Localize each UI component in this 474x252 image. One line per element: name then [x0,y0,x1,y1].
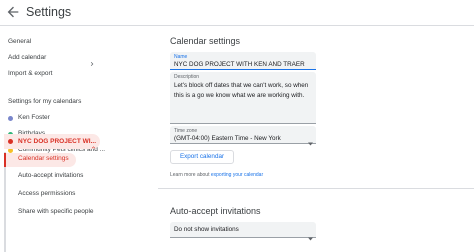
exporting-calendar-link[interactable]: exporting your calendar [211,172,263,178]
subnav-access-permissions[interactable]: Access permissions [18,190,75,197]
timezone-field-value: (GMT-04:00) Eastern Time - New York [174,135,281,142]
description-field-label: Description [174,74,200,80]
export-calendar-button[interactable]: Export calendar [170,150,234,164]
my-calendars-section-title: Settings for my calendars [8,98,82,105]
learn-more-text: Learn more about exporting your calendar [170,172,263,178]
calendar-description-field[interactable]: Description Let's block off dates that w… [170,72,316,124]
top-bar: Settings [0,0,474,26]
calendar-item-ken-foster[interactable]: Ken Foster [18,114,50,121]
auto-accept-heading: Auto-accept invitations [170,206,261,216]
subnav-calendar-settings[interactable]: Calendar settings [18,155,69,162]
dropdown-arrow-icon[interactable] [308,133,313,146]
timezone-select[interactable]: Time zone (GMT-04:00) Eastern Time - New… [170,126,316,146]
learn-more-prefix: Learn more about [170,172,210,178]
calendar-color-dot [8,139,13,144]
back-arrow-icon[interactable] [5,4,21,20]
name-field-label: Name [174,54,188,60]
sidebar-item-import-export[interactable]: Import & export [8,70,52,77]
description-field-value[interactable]: Let's block off dates that we can't work… [174,81,314,100]
calendar-settings-heading: Calendar settings [170,36,241,46]
subnav-auto-accept-invitations[interactable]: Auto-accept invitations [18,172,83,179]
calendar-item-nyc-dog-project[interactable]: NYC DOG PROJECT WI... [4,134,100,149]
page-title: Settings [26,5,72,19]
chevron-right-icon[interactable] [88,55,96,66]
auto-accept-select[interactable]: Do not show invitations [170,222,316,241]
timezone-field-label: Time zone [174,128,198,134]
auto-accept-value: Do not show invitations [174,226,239,233]
chevron-up-icon[interactable] [90,138,97,149]
sidebar-item-add-calendar[interactable]: Add calendar [8,54,46,61]
calendar-color-dot [8,116,13,121]
name-field-value[interactable]: NYC DOG PROJECT WITH KEN AND TRAER [174,61,305,68]
sidebar-item-general[interactable]: General [8,38,31,45]
dropdown-arrow-icon[interactable] [308,228,313,241]
subnav-share-with-specific-people[interactable]: Share with specific people [18,208,94,215]
section-divider [158,188,474,189]
main-content: Calendar settings Name NYC DOG PROJECT W… [158,26,474,252]
calendar-item-label: NYC DOG PROJECT WI... [18,138,97,145]
subnav-line [4,152,6,252]
calendar-name-field[interactable]: Name NYC DOG PROJECT WITH KEN AND TRAER [170,52,316,70]
